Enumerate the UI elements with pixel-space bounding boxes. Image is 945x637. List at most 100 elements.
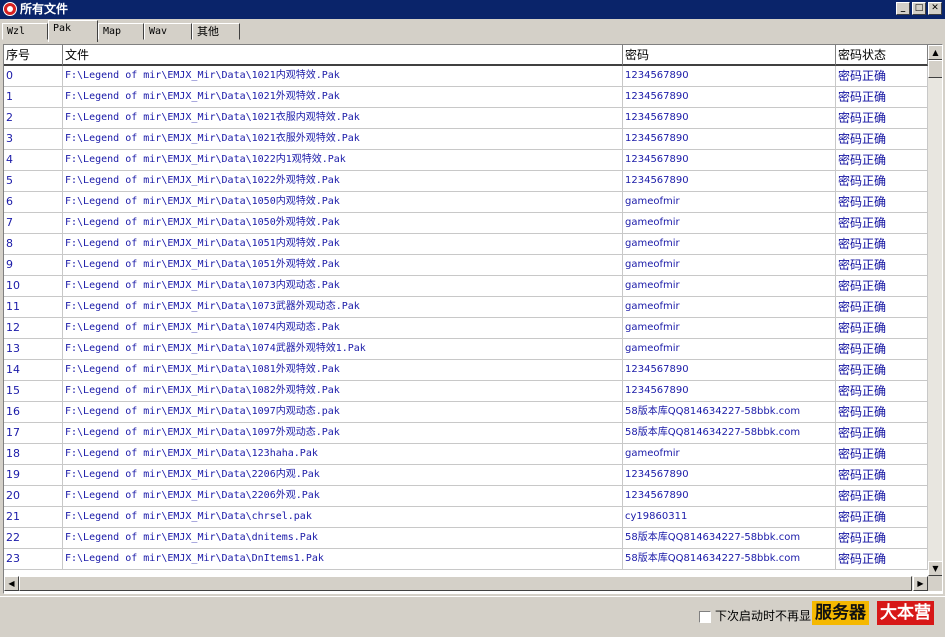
row-password-status: 密码正确: [836, 528, 928, 549]
table-row[interactable]: 11 F:\Legend of mir\EMJX_Mir\Data\1073武器外…: [4, 297, 928, 318]
row-file-path: F:\Legend of mir\EMJX_Mir\Data\1021衣服内观特…: [63, 108, 623, 129]
row-file-path: F:\Legend of mir\EMJX_Mir\Data\1021内观特效.…: [63, 66, 623, 87]
row-index: 21: [4, 507, 63, 528]
close-button[interactable]: ✕: [928, 2, 942, 15]
column-header-file[interactable]: 文件: [63, 45, 623, 66]
horizontal-scrollbar[interactable]: ◀ ▶: [4, 576, 928, 591]
row-index: 11: [4, 297, 63, 318]
row-password-status: 密码正确: [836, 465, 928, 486]
table-row[interactable]: 5 F:\Legend of mir\EMJX_Mir\Data\1022外观特效…: [4, 171, 928, 192]
row-file-path: F:\Legend of mir\EMJX_Mir\Data\1074内观动态.…: [63, 318, 623, 339]
row-file-path: F:\Legend of mir\EMJX_Mir\Data\1073武器外观动…: [63, 297, 623, 318]
scroll-left-arrow-icon[interactable]: ◀: [4, 576, 19, 591]
vertical-scroll-thumb[interactable]: [928, 60, 942, 78]
minimize-button[interactable]: _: [896, 2, 910, 15]
row-password-status: 密码正确: [836, 360, 928, 381]
row-password: gameofmir: [623, 318, 836, 339]
row-file-path: F:\Legend of mir\EMJX_Mir\Data\2206内观.Pa…: [63, 465, 623, 486]
row-password-status: 密码正确: [836, 255, 928, 276]
row-file-path: F:\Legend of mir\EMJX_Mir\Data\DnItems1.…: [63, 549, 623, 570]
row-password: 1234567890: [623, 150, 836, 171]
row-password-status: 密码正确: [836, 108, 928, 129]
table-row[interactable]: 12 F:\Legend of mir\EMJX_Mir\Data\1074内观动…: [4, 318, 928, 339]
table-row[interactable]: 21 F:\Legend of mir\EMJX_Mir\Data\chrsel.…: [4, 507, 928, 528]
row-index: 19: [4, 465, 63, 486]
row-password-status: 密码正确: [836, 66, 928, 87]
row-index: 16: [4, 402, 63, 423]
table-row[interactable]: 7 F:\Legend of mir\EMJX_Mir\Data\1050外观特效…: [4, 213, 928, 234]
row-file-path: F:\Legend of mir\EMJX_Mir\Data\1051外观特效.…: [63, 255, 623, 276]
column-header-password[interactable]: 密码: [623, 45, 836, 66]
row-file-path: F:\Legend of mir\EMJX_Mir\Data\2206外观.Pa…: [63, 486, 623, 507]
table-row[interactable]: 8 F:\Legend of mir\EMJX_Mir\Data\1051内观特效…: [4, 234, 928, 255]
row-password: gameofmir: [623, 276, 836, 297]
dont-show-again-checkbox[interactable]: [699, 611, 711, 623]
tab-wzl[interactable]: Wzl: [2, 23, 48, 40]
row-password-status: 密码正确: [836, 276, 928, 297]
horizontal-scroll-thumb[interactable]: [19, 576, 912, 591]
row-index: 6: [4, 192, 63, 213]
row-password-status: 密码正确: [836, 171, 928, 192]
table-row[interactable]: 6 F:\Legend of mir\EMJX_Mir\Data\1050内观特效…: [4, 192, 928, 213]
row-index: 7: [4, 213, 63, 234]
table-row[interactable]: 14 F:\Legend of mir\EMJX_Mir\Data\1081外观特…: [4, 360, 928, 381]
tab-other[interactable]: 其他: [192, 23, 240, 40]
row-file-path: F:\Legend of mir\EMJX_Mir\Data\1022外观特效.…: [63, 171, 623, 192]
row-password: gameofmir: [623, 234, 836, 255]
row-password-status: 密码正确: [836, 213, 928, 234]
table-row[interactable]: 16 F:\Legend of mir\EMJX_Mir\Data\1097内观动…: [4, 402, 928, 423]
watermark-logo-part1: 服务器: [812, 601, 869, 625]
dont-show-again-label[interactable]: 下次启动时不再显: [715, 608, 811, 624]
table-row[interactable]: 15 F:\Legend of mir\EMJX_Mir\Data\1082外观特…: [4, 381, 928, 402]
password-grid[interactable]: 序号 文件 密码 密码状态 0 F:\Legend of mir\EMJX_Mir…: [3, 44, 943, 594]
tab-map[interactable]: Map: [98, 23, 144, 40]
row-index: 22: [4, 528, 63, 549]
row-password-status: 密码正确: [836, 486, 928, 507]
table-row[interactable]: 18 F:\Legend of mir\EMJX_Mir\Data\123haha…: [4, 444, 928, 465]
row-password: 58版本库QQ814634227-58bbk.com: [623, 423, 836, 444]
row-password: 1234567890: [623, 381, 836, 402]
watermark-logo-part2: 大本营: [877, 601, 934, 625]
table-row[interactable]: 22 F:\Legend of mir\EMJX_Mir\Data\dnitems…: [4, 528, 928, 549]
row-index: 13: [4, 339, 63, 360]
row-password: gameofmir: [623, 297, 836, 318]
tab-wav[interactable]: Wav: [144, 23, 192, 40]
table-row[interactable]: 10 F:\Legend of mir\EMJX_Mir\Data\1073内观动…: [4, 276, 928, 297]
table-row[interactable]: 19 F:\Legend of mir\EMJX_Mir\Data\2206内观.…: [4, 465, 928, 486]
table-row[interactable]: 17 F:\Legend of mir\EMJX_Mir\Data\1097外观动…: [4, 423, 928, 444]
row-password-status: 密码正确: [836, 234, 928, 255]
row-file-path: F:\Legend of mir\EMJX_Mir\Data\1073内观动态.…: [63, 276, 623, 297]
table-row[interactable]: 3 F:\Legend of mir\EMJX_Mir\Data\1021衣服外观…: [4, 129, 928, 150]
row-password: gameofmir: [623, 213, 836, 234]
grid-body: 0 F:\Legend of mir\EMJX_Mir\Data\1021内观特效…: [4, 66, 928, 576]
table-row[interactable]: 2 F:\Legend of mir\EMJX_Mir\Data\1021衣服内观…: [4, 108, 928, 129]
row-file-path: F:\Legend of mir\EMJX_Mir\Data\1021衣服外观特…: [63, 129, 623, 150]
row-password-status: 密码正确: [836, 87, 928, 108]
scroll-right-arrow-icon[interactable]: ▶: [913, 576, 928, 591]
row-file-path: F:\Legend of mir\EMJX_Mir\Data\1051内观特效.…: [63, 234, 623, 255]
table-row[interactable]: 4 F:\Legend of mir\EMJX_Mir\Data\1022内1观特…: [4, 150, 928, 171]
row-index: 5: [4, 171, 63, 192]
scroll-up-arrow-icon[interactable]: ▲: [928, 45, 942, 60]
row-index: 2: [4, 108, 63, 129]
table-row[interactable]: 20 F:\Legend of mir\EMJX_Mir\Data\2206外观.…: [4, 486, 928, 507]
scroll-down-arrow-icon[interactable]: ▼: [928, 561, 942, 576]
row-index: 1: [4, 87, 63, 108]
table-row[interactable]: 23 F:\Legend of mir\EMJX_Mir\Data\DnItems…: [4, 549, 928, 570]
row-password-status: 密码正确: [836, 444, 928, 465]
column-header-status[interactable]: 密码状态: [836, 45, 928, 66]
table-row[interactable]: 13 F:\Legend of mir\EMJX_Mir\Data\1074武器外…: [4, 339, 928, 360]
table-row[interactable]: 1 F:\Legend of mir\EMJX_Mir\Data\1021外观特效…: [4, 87, 928, 108]
row-file-path: F:\Legend of mir\EMJX_Mir\Data\1082外观特效.…: [63, 381, 623, 402]
app-icon: [3, 2, 17, 16]
table-row[interactable]: 0 F:\Legend of mir\EMJX_Mir\Data\1021内观特效…: [4, 66, 928, 87]
tab-pak[interactable]: Pak: [48, 20, 98, 42]
row-password: 1234567890: [623, 129, 836, 150]
maximize-button[interactable]: □: [912, 2, 926, 15]
title-bar: 所有文件 _ □ ✕: [0, 0, 945, 19]
row-index: 8: [4, 234, 63, 255]
vertical-scrollbar[interactable]: ▲ ▼: [928, 45, 942, 576]
table-row[interactable]: 9 F:\Legend of mir\EMJX_Mir\Data\1051外观特效…: [4, 255, 928, 276]
row-file-path: F:\Legend of mir\EMJX_Mir\Data\1097外观动态.…: [63, 423, 623, 444]
column-header-index[interactable]: 序号: [4, 45, 63, 66]
